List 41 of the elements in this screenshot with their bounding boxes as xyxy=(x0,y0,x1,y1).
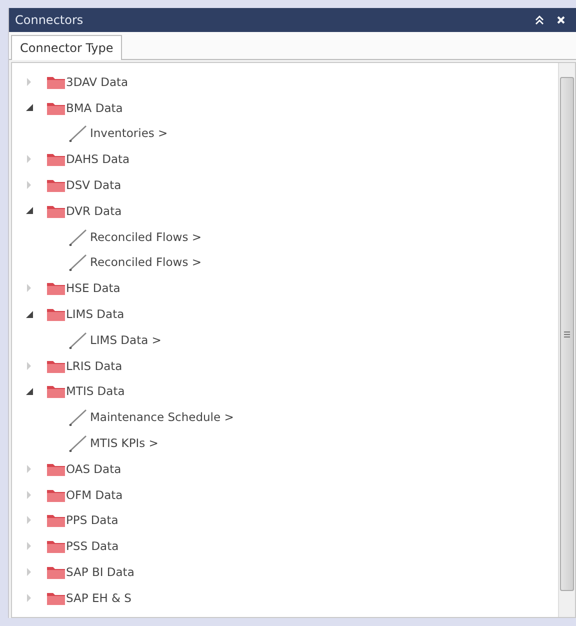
scrollbar[interactable] xyxy=(558,63,575,617)
tree-item[interactable]: LIMS Data xyxy=(66,307,124,322)
tree-item[interactable]: 3DAV Data xyxy=(66,74,128,89)
connector-icon xyxy=(68,253,88,272)
connector-icon xyxy=(68,124,88,142)
tree-item[interactable]: DAHS Data xyxy=(66,152,130,166)
folder-icon xyxy=(46,306,66,322)
connector-icon xyxy=(68,408,88,426)
tree-item[interactable]: DSV Data xyxy=(66,178,122,192)
tree-item[interactable]: BMA Data xyxy=(66,100,123,115)
folder-icon xyxy=(46,538,66,554)
tree-item[interactable]: PPS Data xyxy=(66,513,118,528)
close-icon xyxy=(557,16,565,24)
grip-icon xyxy=(564,330,570,338)
tree-item[interactable]: MTIS Data xyxy=(66,384,125,398)
tree-item[interactable]: SAP EH & S xyxy=(66,590,132,605)
tree-item[interactable]: HSE Data xyxy=(66,281,120,296)
folder-icon xyxy=(46,512,66,528)
tree-item[interactable]: SAP BI Data xyxy=(66,565,134,580)
folder-icon xyxy=(46,177,66,194)
tree-item[interactable]: Reconciled Flows > xyxy=(90,255,202,270)
folder-icon xyxy=(46,151,66,168)
tree-item[interactable]: OAS Data xyxy=(66,462,122,476)
tree-item[interactable]: LRIS Data xyxy=(66,358,122,373)
folder-icon xyxy=(46,383,66,400)
connector-icon xyxy=(68,330,88,349)
tree-item[interactable]: Inventories > xyxy=(90,126,168,140)
tree-item[interactable]: PSS Data xyxy=(66,539,119,554)
tree-item[interactable]: LIMS Data > xyxy=(90,332,162,347)
connector-icon xyxy=(68,434,88,452)
tree-item[interactable]: Maintenance Schedule > xyxy=(90,410,234,424)
double-chevron-up-icon xyxy=(534,15,544,25)
window-title: Connectors xyxy=(15,13,84,27)
tree-item[interactable]: DVR Data xyxy=(66,204,122,218)
tree-item[interactable]: Reconciled Flows > xyxy=(90,230,202,244)
tree-item[interactable]: OFM Data xyxy=(66,488,123,502)
folder-icon xyxy=(46,280,66,296)
tab[interactable]: Connector Type xyxy=(11,35,122,60)
folder-icon xyxy=(46,564,66,580)
connector-icon xyxy=(68,228,88,246)
tree-item[interactable]: MTIS KPIs > xyxy=(90,436,158,450)
